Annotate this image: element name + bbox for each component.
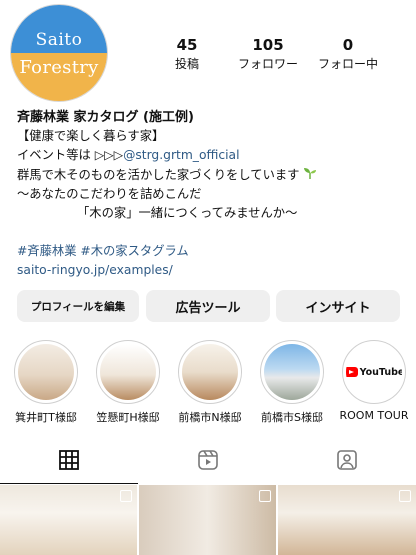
profile-avatar[interactable]: Saito Forestry	[10, 4, 108, 102]
ad-tools-button[interactable]: 広告ツール	[146, 290, 270, 322]
mention-link[interactable]: @strg.grtm_official	[123, 148, 239, 162]
tab-posts-grid[interactable]	[0, 440, 138, 484]
bio-line2: イベント等は ▷▷▷@strg.grtm_official	[17, 146, 409, 165]
highlight-label: ROOM TOUR	[339, 409, 409, 422]
followers-label: フォロワー	[237, 57, 298, 71]
profile-tabs	[0, 440, 416, 484]
following-label: フォロー中	[317, 57, 378, 71]
highlight-thumbnail	[264, 344, 320, 400]
highlight-thumbnail	[100, 344, 156, 400]
avatar-logo-line2: Forestry	[19, 57, 99, 78]
edit-profile-button[interactable]: プロフィールを編集	[17, 290, 139, 322]
highlight-item[interactable]: 前橋市N様邸	[172, 340, 248, 425]
carousel-icon	[259, 490, 271, 502]
avatar-logo-line1: Saito	[35, 30, 83, 50]
bio-website-link[interactable]: saito-ringyo.jp/examples/	[17, 261, 409, 280]
stat-followers[interactable]: 105 フォロワー	[232, 36, 304, 73]
highlight-item[interactable]: 箕井町T様邸	[8, 340, 84, 425]
highlight-item[interactable]: 笠懸町H様邸	[90, 340, 166, 425]
carousel-icon	[399, 490, 411, 502]
youtube-thumbnail: YouTube	[346, 344, 402, 400]
highlight-item[interactable]: 前橋市S様邸	[254, 340, 330, 425]
carousel-icon	[120, 490, 132, 502]
highlight-ring	[178, 340, 242, 404]
bio-spacer	[17, 223, 409, 242]
highlight-label: 前橋市S様邸	[261, 411, 323, 424]
highlight-thumbnail	[18, 344, 74, 400]
bio-line3: 群馬で木そのものを活かした家づくりをしています	[17, 166, 409, 185]
stat-posts[interactable]: 45 投稿	[160, 36, 214, 73]
reels-icon	[197, 449, 219, 475]
post-thumbnail[interactable]	[0, 485, 137, 555]
following-count: 0	[342, 36, 354, 54]
youtube-logo: YouTube	[346, 367, 402, 378]
highlight-ring	[14, 340, 78, 404]
highlight-label: 笠懸町H様邸	[96, 411, 160, 424]
profile-name: 斉藤林業 家カタログ (施工例)	[17, 110, 194, 125]
highlight-label: 箕井町T様邸	[15, 411, 77, 424]
highlight-thumbnail	[182, 344, 238, 400]
stat-following[interactable]: 0 フォロー中	[312, 36, 384, 73]
bio-line5: 「木の家」一緒につくってみませんか～	[77, 206, 298, 221]
highlight-ring: YouTube	[342, 340, 406, 404]
tab-reels[interactable]	[139, 440, 277, 484]
bio-line1: 【健康で楽しく暮らす家】	[17, 129, 165, 144]
tagged-icon	[336, 449, 358, 475]
tab-tagged[interactable]	[278, 440, 416, 484]
posts-label: 投稿	[174, 57, 199, 71]
youtube-play-icon	[346, 367, 358, 377]
followers-count: 105	[252, 36, 284, 54]
highlight-ring	[96, 340, 160, 404]
highlight-label: 前橋市N様邸	[178, 411, 242, 424]
posts-count: 45	[176, 36, 198, 54]
highlight-ring	[260, 340, 324, 404]
bio-hashtags[interactable]: #斉藤林業 #木の家スタグラム	[17, 242, 409, 261]
bio-line2-prefix: イベント等は ▷▷▷	[17, 148, 124, 163]
youtube-logo-text: YouTube	[359, 366, 402, 378]
highlight-item[interactable]: YouTube ROOM TOUR	[336, 340, 412, 422]
profile-bio: 斉藤林業 家カタログ (施工例) 【健康で楽しく暮らす家】 イベント等は ▷▷▷…	[17, 108, 409, 281]
grid-icon	[58, 449, 80, 475]
sprout-icon	[299, 167, 317, 182]
bio-line4: ～あなたのこだわりを詰めこんだ	[17, 186, 202, 201]
insights-button[interactable]: インサイト	[276, 290, 400, 322]
post-grid	[0, 485, 416, 555]
bio-line3-text: 群馬で木そのものを活かした家づくりをしています	[17, 167, 300, 182]
post-thumbnail[interactable]	[139, 485, 276, 555]
post-thumbnail[interactable]	[278, 485, 416, 555]
